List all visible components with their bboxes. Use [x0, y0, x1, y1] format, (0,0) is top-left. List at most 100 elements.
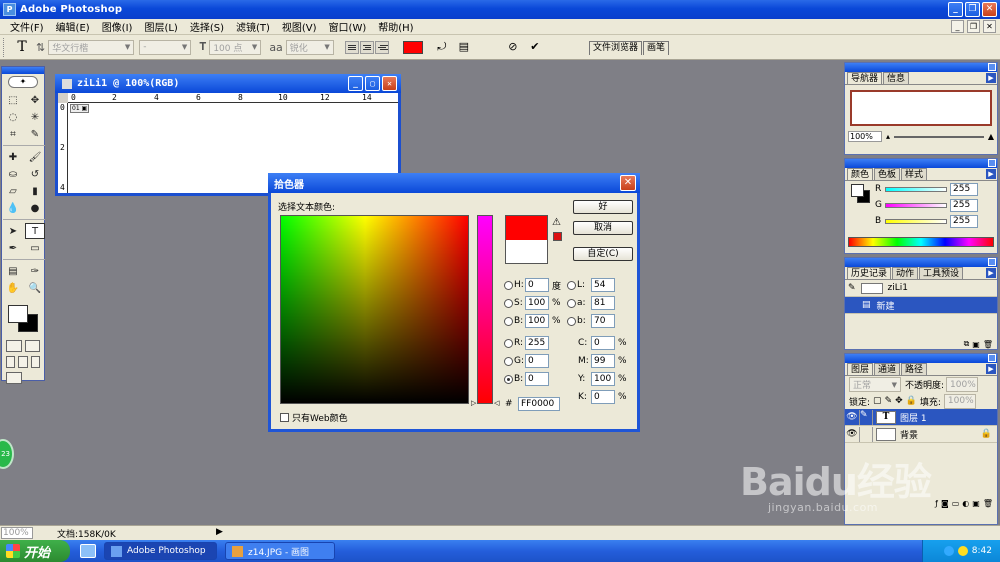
panel-minimize-icon[interactable] — [988, 354, 996, 362]
file-browser-tab[interactable]: 文件浏览器 — [589, 41, 643, 55]
new-layer-icon[interactable]: ▣ — [972, 499, 980, 508]
toolbox-header[interactable] — [2, 67, 44, 74]
tab-paths[interactable]: 路径 — [901, 363, 928, 375]
layer-row[interactable]: 👁 背景 🔒 — [845, 426, 997, 443]
menu-layer[interactable]: 图层(L) — [138, 19, 183, 34]
lab-a-radio[interactable] — [567, 298, 576, 308]
red-radio[interactable] — [504, 338, 513, 348]
history-snapshot[interactable]: ✎ ziLi1 — [845, 280, 997, 297]
standard-mode-icon[interactable] — [6, 340, 22, 352]
cyan-field[interactable]: 0 — [591, 336, 615, 350]
blue-field[interactable]: 0 — [525, 372, 549, 386]
tab-channels[interactable]: 通道 — [874, 363, 901, 375]
color-r-field[interactable]: 255 — [950, 182, 978, 196]
brightness-field[interactable]: 100 — [525, 314, 549, 328]
warp-text-icon[interactable]: ⤾ — [434, 39, 450, 55]
commit-edit-icon[interactable]: ✔ — [527, 39, 543, 55]
panel-minimize-icon[interactable] — [988, 63, 996, 71]
lab-b-field[interactable]: 70 — [591, 314, 615, 328]
adobe-online-icon[interactable]: ✦ — [8, 76, 38, 88]
panel-menu-icon[interactable]: ▶ — [986, 169, 996, 179]
options-grip[interactable] — [3, 37, 7, 57]
tab-tool-presets[interactable]: 工具预设 — [919, 267, 964, 279]
opacity-field[interactable]: 100% — [946, 377, 979, 392]
color-panel-header[interactable] — [845, 159, 997, 168]
lab-a-field[interactable]: 81 — [591, 296, 615, 310]
path-select-icon[interactable]: ➤ — [3, 223, 23, 239]
menu-window[interactable]: 窗口(W) — [323, 19, 373, 34]
lock-image-icon[interactable]: ✎ — [885, 396, 893, 406]
slice-tool-icon[interactable]: ✎ — [25, 126, 45, 142]
doc-minimize-button[interactable]: _ — [951, 20, 964, 33]
blur-tool-icon[interactable]: 💧 — [3, 200, 23, 216]
lock-position-icon[interactable]: ✥ — [895, 396, 903, 406]
restore-button[interactable]: ❐ — [965, 2, 980, 17]
type-tool-icon[interactable]: T — [25, 223, 45, 239]
ok-button[interactable]: 好 — [573, 200, 633, 214]
web-only-option[interactable]: 只有Web颜色 — [280, 411, 348, 424]
saturation-field[interactable]: 100 — [525, 296, 549, 310]
panel-menu-icon[interactable]: ▶ — [986, 364, 996, 374]
tab-history[interactable]: 历史记录 — [847, 267, 892, 279]
blue-radio[interactable] — [504, 374, 513, 384]
hex-field[interactable]: FF0000 — [518, 397, 560, 411]
hue-slider[interactable] — [477, 215, 493, 404]
marquee-tool-icon[interactable]: ⬚ — [3, 92, 23, 108]
gradient-tool-icon[interactable]: ▮ — [25, 183, 45, 199]
eyedropper-tool-icon[interactable]: ✑ — [25, 263, 45, 279]
new-snapshot-icon[interactable]: ▣ — [972, 340, 980, 349]
menu-view[interactable]: 视图(V) — [276, 19, 323, 34]
text-orientation-icon[interactable]: ⇅ — [36, 41, 45, 54]
palettes-icon[interactable]: ▤ — [456, 39, 472, 55]
color-b-field[interactable]: 255 — [950, 214, 978, 228]
type-tool-preset-icon[interactable]: T — [11, 39, 33, 55]
hand-tool-icon[interactable]: ✋ — [3, 280, 23, 296]
close-button[interactable]: ✕ — [982, 2, 997, 17]
lab-l-radio[interactable] — [567, 280, 576, 290]
magenta-field[interactable]: 99 — [591, 354, 615, 368]
lab-b-radio[interactable] — [567, 316, 576, 326]
clone-stamp-icon[interactable]: ⛀ — [3, 166, 23, 182]
hue-slider-left-arrow[interactable]: ▷ — [471, 399, 476, 407]
doc-restore-button[interactable]: ❐ — [967, 20, 980, 33]
panel-minimize-icon[interactable] — [988, 159, 996, 167]
move-tool-icon[interactable]: ✥ — [25, 92, 45, 108]
new-document-from-state-icon[interactable]: ⧉ — [964, 339, 970, 349]
magic-wand-tool-icon[interactable]: ✳ — [25, 109, 45, 125]
brushes-tab[interactable]: 画笔 — [643, 41, 670, 55]
history-brush-source-icon[interactable]: ✎ — [848, 283, 856, 293]
fill-field[interactable]: 100% — [943, 393, 976, 409]
align-left-icon[interactable] — [344, 40, 359, 54]
lock-all-icon[interactable]: 🔒 — [906, 396, 917, 406]
layer-visibility-eye-icon[interactable]: 👁 — [845, 412, 859, 422]
zoom-out-icon[interactable]: ▴ — [886, 132, 890, 141]
menu-help[interactable]: 帮助(H) — [372, 19, 419, 34]
quick-launch-icon[interactable] — [80, 544, 96, 558]
panel-menu-icon[interactable]: ▶ — [986, 73, 996, 83]
brush-tool-icon[interactable]: 🖌 — [25, 149, 45, 165]
network-tray-icon[interactable] — [943, 546, 954, 556]
custom-button[interactable]: 自定(C) — [573, 247, 633, 261]
black-field[interactable]: 0 — [591, 390, 615, 404]
green-field[interactable]: 0 — [525, 354, 549, 368]
font-family-select[interactable]: 华文行楷 ▼ — [48, 39, 135, 55]
layer-visibility-eye-icon[interactable]: 👁 — [845, 429, 859, 439]
color-picker-title-bar[interactable]: 拾色器 ✕ — [268, 173, 640, 193]
menu-file[interactable]: 文件(F) — [4, 19, 50, 34]
navigator-zoom-field[interactable]: 100% — [848, 131, 882, 142]
cancel-button[interactable]: 取消 — [573, 221, 633, 235]
blend-mode-select[interactable]: 正常 ▼ — [849, 377, 901, 392]
document-close-button[interactable]: ✕ — [382, 76, 397, 91]
tab-actions[interactable]: 动作 — [892, 267, 919, 279]
document-minimize-button[interactable]: _ — [348, 76, 363, 91]
red-slider[interactable] — [885, 186, 947, 192]
tab-layers[interactable]: 图层 — [847, 363, 874, 375]
hue-radio[interactable] — [504, 280, 513, 290]
antialias-select[interactable]: 锐化 ▼ — [285, 39, 334, 55]
layer-mask-icon[interactable]: ◙ — [941, 499, 949, 508]
navigator-panel-header[interactable] — [845, 63, 997, 72]
tab-info[interactable]: 信息 — [883, 72, 910, 84]
doc-close-button[interactable]: ✕ — [983, 20, 996, 33]
panel-foreground-swatch[interactable] — [851, 184, 864, 197]
red-field[interactable]: 255 — [525, 336, 549, 350]
